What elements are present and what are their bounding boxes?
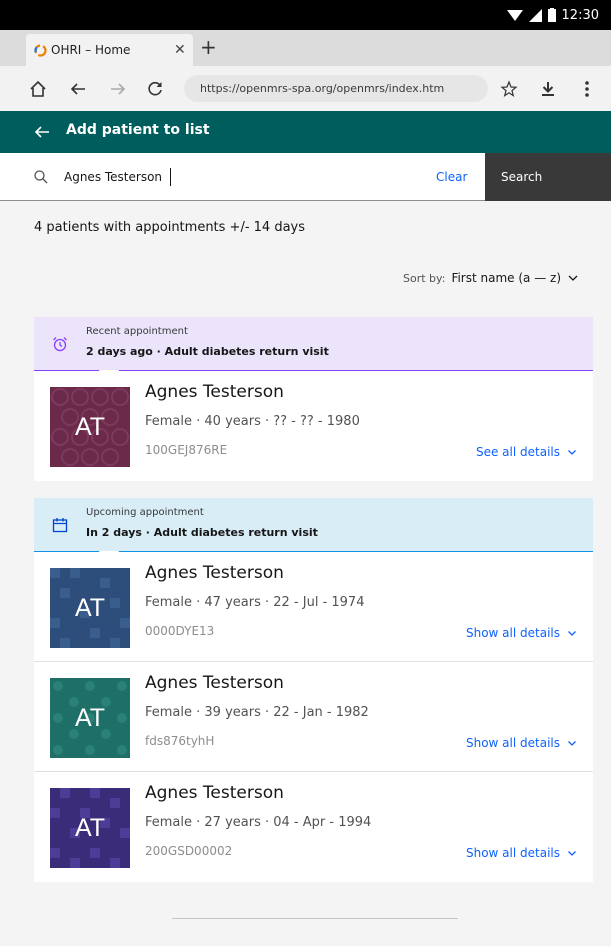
browser-tab-title: OHRI – Home <box>51 43 131 57</box>
patient-name: Agnes Testerson <box>145 563 284 583</box>
avatar-initials: AT <box>74 704 106 732</box>
forward-arrow-icon[interactable] <box>106 77 130 101</box>
text-caret <box>170 168 171 186</box>
recent-appointment-header: Recent appointment 2 days ago · Adult di… <box>34 317 593 382</box>
back-arrow-icon[interactable] <box>33 123 51 141</box>
chevron-down-icon <box>568 449 576 455</box>
address-bar[interactable]: https://openmrs-spa.org/openmrs/index.ht… <box>184 75 488 102</box>
browser-toolbar: https://openmrs-spa.org/openmrs/index.ht… <box>0 66 611 111</box>
sort-label: Sort by: <box>402 271 446 285</box>
alarm-clock-icon <box>53 337 67 352</box>
avatar-initials: AT <box>74 814 106 842</box>
clear-button[interactable]: Clear <box>436 170 467 184</box>
chevron-down-icon <box>568 275 578 281</box>
show-all-details-button[interactable]: Show all details <box>466 736 577 750</box>
avatar: AT <box>50 387 130 467</box>
divider <box>172 918 458 919</box>
page-title: Add patient to list <box>66 122 210 138</box>
reload-icon[interactable] <box>143 77 167 101</box>
sort-dropdown[interactable]: Sort by: First name (a — z) <box>403 271 579 285</box>
appointment-detail: 2 days ago · Adult diabetes return visit <box>86 345 329 358</box>
signal-icon <box>528 8 542 22</box>
patient-card[interactable]: AT Agnes Testerson Female · 40 years · ?… <box>34 371 593 481</box>
avatar: AT <box>50 568 130 648</box>
results-count: 4 patients with appointments +/- 14 days <box>34 220 306 235</box>
details-label: Show all details <box>465 846 560 860</box>
app-header: Add patient to list <box>0 111 611 153</box>
close-tab-icon[interactable]: ✕ <box>174 42 186 58</box>
status-bar: 12:30 <box>0 0 611 30</box>
upcoming-appointment-header: Upcoming appointment In 2 days · Adult d… <box>34 498 593 563</box>
patient-demographics: Female · 27 years · 04 - Apr - 1994 <box>145 815 372 830</box>
avatar: AT <box>50 788 130 868</box>
patient-id: fds876tyhH <box>145 734 215 748</box>
appointment-label: Recent appointment <box>86 326 188 337</box>
download-icon[interactable] <box>536 77 560 101</box>
bookmark-star-icon[interactable] <box>497 77 521 101</box>
details-label: Show all details <box>465 736 560 750</box>
ohri-favicon-icon <box>34 44 47 57</box>
new-tab-icon[interactable]: + <box>200 34 217 60</box>
patient-name: Agnes Testerson <box>145 783 284 803</box>
patient-card[interactable]: AT Agnes Testerson Female · 47 years · 2… <box>34 552 593 662</box>
patient-card[interactable]: AT Agnes Testerson Female · 39 years · 2… <box>34 662 593 772</box>
home-icon[interactable] <box>26 77 50 101</box>
avatar-initials: AT <box>74 413 106 441</box>
avatar: AT <box>50 678 130 758</box>
search-button[interactable]: Search <box>485 153 611 201</box>
search-bar: Clear Search <box>0 153 611 201</box>
chevron-down-icon <box>568 850 576 856</box>
search-input[interactable] <box>64 165 394 189</box>
patient-id: 0000DYE13 <box>145 624 215 638</box>
more-vert-icon[interactable] <box>575 77 599 101</box>
patient-card[interactable]: AT Agnes Testerson Female · 27 years · 0… <box>34 772 593 882</box>
chevron-down-icon <box>568 740 576 746</box>
back-arrow-icon[interactable] <box>66 77 90 101</box>
show-all-details-button[interactable]: Show all details <box>466 846 577 860</box>
calendar-icon <box>52 518 68 533</box>
sort-value: First name (a — z) <box>451 271 561 285</box>
avatar-initials: AT <box>74 594 106 622</box>
browser-tab[interactable]: OHRI – Home ✕ <box>26 34 193 66</box>
patient-demographics: Female · 47 years · 22 - Jul - 1974 <box>145 595 365 610</box>
search-icon <box>34 170 48 184</box>
patient-id: 200GSD00002 <box>145 844 233 858</box>
details-label: See all details <box>475 445 560 459</box>
wifi-icon <box>506 9 523 21</box>
appointment-detail: In 2 days · Adult diabetes return visit <box>86 526 318 539</box>
show-all-details-button[interactable]: Show all details <box>466 626 577 640</box>
details-label: Show all details <box>465 626 560 640</box>
battery-icon <box>547 8 556 22</box>
status-time: 12:30 <box>561 7 599 23</box>
chevron-down-icon <box>568 630 576 636</box>
browser-tab-strip: OHRI – Home ✕ + <box>0 30 611 66</box>
appointment-label: Upcoming appointment <box>86 507 204 518</box>
see-all-details-button[interactable]: See all details <box>476 445 577 459</box>
patient-demographics: Female · 39 years · 22 - Jan - 1982 <box>145 705 369 720</box>
patient-demographics: Female · 40 years · ?? - ?? - 1980 <box>145 414 360 429</box>
patient-name: Agnes Testerson <box>145 673 284 693</box>
patient-name: Agnes Testerson <box>145 382 284 402</box>
patient-id: 100GEJ876RE <box>145 443 228 457</box>
